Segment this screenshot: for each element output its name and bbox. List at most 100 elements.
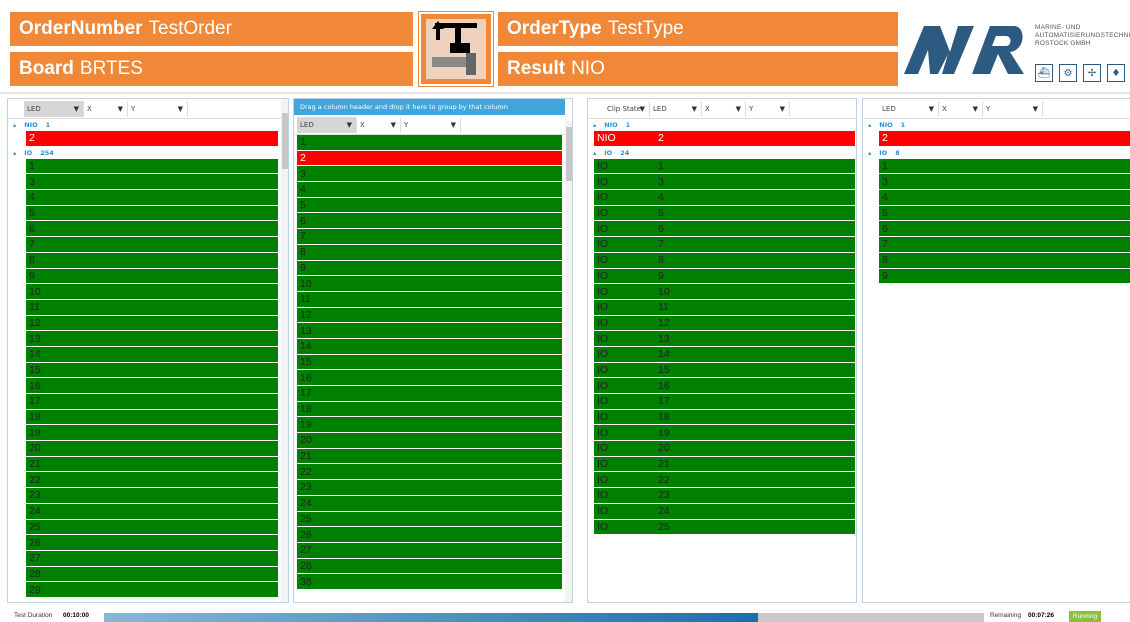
- table-row[interactable]: 15: [26, 362, 278, 379]
- column-header-led[interactable]: LED ▼: [297, 116, 357, 133]
- table-row[interactable]: 16: [297, 370, 562, 386]
- expand-icon[interactable]: ▴: [868, 149, 871, 157]
- table-row[interactable]: 16: [26, 378, 278, 394]
- expand-icon[interactable]: ▴: [593, 121, 596, 129]
- led-grid-panel-1[interactable]: LED ▼ X ▼ Y ▼ ▴ NIO 1 2 ▴ IO 254 1 3 4 5 6 7 8 9 10 11 12 13 14 15…: [7, 98, 289, 603]
- column-header-x[interactable]: X ▼: [357, 116, 401, 133]
- group-header[interactable]: ▴ NIO 1: [588, 119, 856, 131]
- filter-icon[interactable]: ▼: [118, 105, 123, 113]
- table-row[interactable]: IO 24: [594, 503, 855, 520]
- table-row[interactable]: 18: [297, 401, 562, 418]
- table-row[interactable]: 9: [26, 268, 278, 285]
- filter-icon[interactable]: ▼: [736, 105, 741, 113]
- table-row[interactable]: 13: [297, 323, 562, 339]
- table-row[interactable]: 1: [879, 158, 1130, 175]
- table-row[interactable]: 8: [879, 252, 1130, 269]
- column-header-y[interactable]: Y ▼: [746, 100, 790, 117]
- table-row[interactable]: 2: [26, 131, 278, 147]
- table-row[interactable]: 8: [26, 252, 278, 269]
- led-grid-panel-4[interactable]: LED ▼ X ▼ Y ▼ ▴ NIO 1 2 ▴ IO 8 1 3 4 5 6 7 8 9: [862, 98, 1130, 603]
- table-row[interactable]: IO 19: [594, 425, 855, 442]
- led-grid-panel-2[interactable]: Drag a column header and drop it here to…: [293, 98, 573, 603]
- filter-icon[interactable]: ▼: [640, 105, 645, 113]
- table-row[interactable]: IO 4: [594, 190, 855, 206]
- table-row[interactable]: IO 3: [594, 174, 855, 191]
- filter-icon[interactable]: ▼: [1033, 105, 1038, 113]
- table-row[interactable]: 13: [26, 331, 278, 347]
- table-row[interactable]: 17: [26, 394, 278, 410]
- table-row[interactable]: 22: [297, 464, 562, 481]
- scrollbar[interactable]: [565, 121, 572, 602]
- column-header-x[interactable]: X ▼: [939, 100, 983, 117]
- table-row[interactable]: 3: [879, 174, 1130, 191]
- table-row[interactable]: 26: [297, 527, 562, 543]
- table-row[interactable]: IO 5: [594, 205, 855, 222]
- table-row[interactable]: 11: [297, 291, 562, 308]
- table-row[interactable]: 6: [26, 221, 278, 238]
- filter-icon[interactable]: ▼: [178, 105, 183, 113]
- column-header-led[interactable]: LED ▼: [879, 100, 939, 117]
- filter-icon[interactable]: ▼: [692, 105, 697, 113]
- table-row[interactable]: 28: [26, 566, 278, 583]
- table-row[interactable]: 10: [26, 284, 278, 300]
- table-row[interactable]: IO 25: [594, 519, 855, 536]
- filter-icon[interactable]: ▼: [391, 121, 396, 129]
- table-row[interactable]: IO 6: [594, 221, 855, 238]
- table-row[interactable]: 2: [297, 150, 562, 167]
- table-row[interactable]: 21: [297, 448, 562, 465]
- table-row[interactable]: IO 9: [594, 268, 855, 285]
- column-header-x[interactable]: X ▼: [84, 100, 128, 117]
- table-row[interactable]: IO 20: [594, 441, 855, 457]
- group-header[interactable]: ▴ IO 8: [863, 147, 1130, 159]
- expand-icon[interactable]: ▴: [13, 121, 16, 129]
- table-row[interactable]: 4: [297, 182, 562, 198]
- table-row[interactable]: 6: [297, 213, 562, 230]
- table-row[interactable]: 23: [297, 480, 562, 496]
- table-row[interactable]: 17: [297, 386, 562, 402]
- table-row[interactable]: IO 1: [594, 158, 855, 175]
- table-row[interactable]: IO 22: [594, 472, 855, 489]
- table-row[interactable]: 7: [297, 229, 562, 245]
- table-row[interactable]: 28: [297, 558, 562, 575]
- column-header-led[interactable]: LED ▼: [650, 100, 702, 117]
- table-row[interactable]: 21: [26, 456, 278, 473]
- table-row[interactable]: 38: [297, 574, 562, 590]
- table-row[interactable]: IO 10: [594, 284, 855, 300]
- table-row[interactable]: 9: [879, 268, 1130, 285]
- table-row[interactable]: 7: [879, 237, 1130, 253]
- table-row[interactable]: 6: [879, 221, 1130, 238]
- column-header-led[interactable]: LED ▼: [24, 100, 84, 117]
- filter-icon[interactable]: ▼: [74, 105, 79, 113]
- table-row[interactable]: IO 13: [594, 331, 855, 347]
- column-header-clip-state[interactable]: Clip State ▼: [604, 100, 650, 117]
- filter-icon[interactable]: ▼: [780, 105, 785, 113]
- table-row[interactable]: 2: [879, 131, 1130, 147]
- table-row[interactable]: 26: [26, 535, 278, 551]
- group-header[interactable]: ▴ NIO 1: [8, 119, 281, 131]
- table-row[interactable]: 24: [26, 503, 278, 520]
- table-row[interactable]: 5: [879, 205, 1130, 222]
- table-row[interactable]: 27: [297, 542, 562, 559]
- table-row[interactable]: IO 11: [594, 299, 855, 316]
- scrollbar-thumb[interactable]: [566, 127, 572, 181]
- expand-icon[interactable]: ▴: [868, 121, 871, 129]
- table-row[interactable]: IO 15: [594, 362, 855, 379]
- column-header-y[interactable]: Y ▼: [401, 116, 461, 133]
- table-row[interactable]: 4: [26, 190, 278, 206]
- expand-icon[interactable]: ▴: [593, 149, 596, 157]
- table-row[interactable]: 7: [26, 237, 278, 253]
- table-row[interactable]: 9: [297, 260, 562, 277]
- table-row[interactable]: IO 16: [594, 378, 855, 394]
- table-row[interactable]: 27: [26, 550, 278, 567]
- table-row[interactable]: 15: [297, 354, 562, 371]
- column-header-x[interactable]: X ▼: [702, 100, 746, 117]
- table-row[interactable]: 12: [297, 307, 562, 324]
- table-row[interactable]: IO 12: [594, 315, 855, 332]
- group-header[interactable]: ▴ IO 24: [588, 147, 856, 159]
- table-row[interactable]: IO 8: [594, 252, 855, 269]
- table-row[interactable]: 12: [26, 315, 278, 332]
- table-row[interactable]: 1: [297, 135, 562, 151]
- table-row[interactable]: IO 17: [594, 394, 855, 410]
- table-row[interactable]: 5: [297, 197, 562, 214]
- table-row[interactable]: 4: [879, 190, 1130, 206]
